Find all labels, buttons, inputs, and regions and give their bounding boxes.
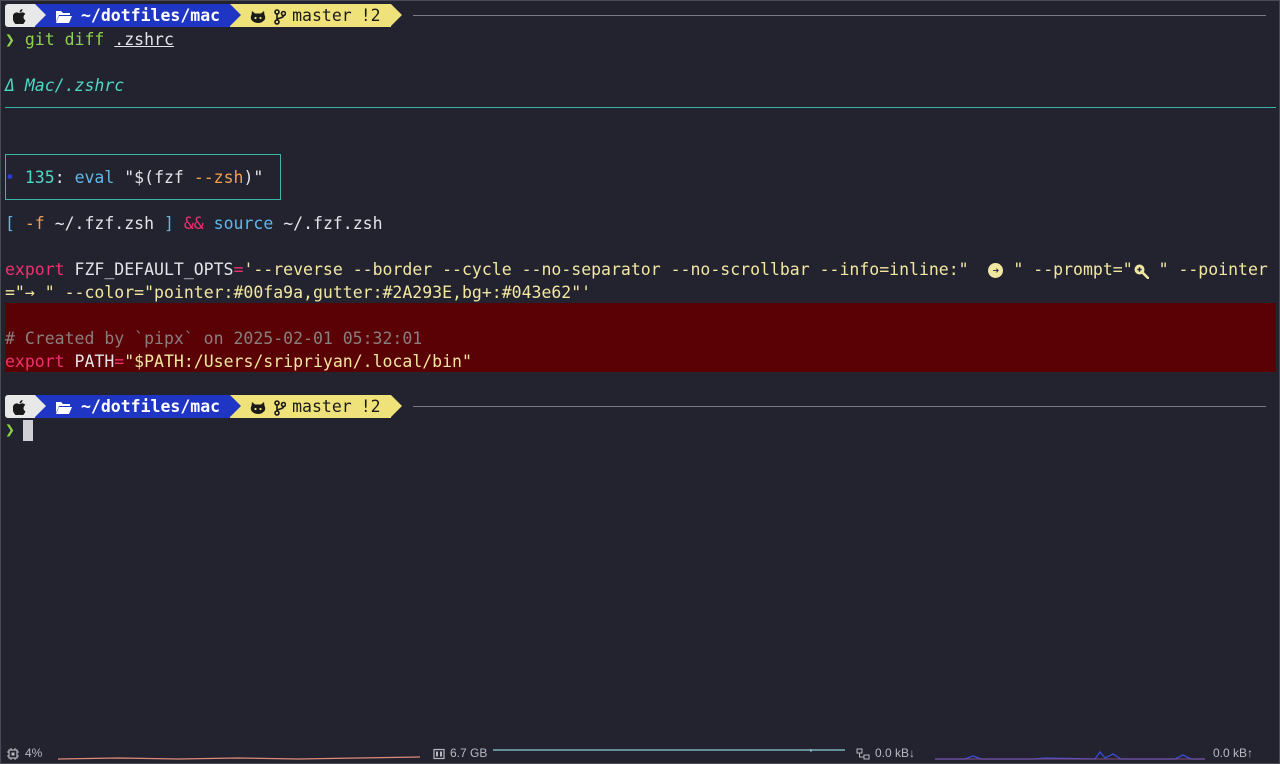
hunk-text-d: )": [243, 168, 264, 187]
apple-icon: [13, 4, 26, 27]
token-equals: =: [233, 260, 244, 279]
git-branch-icon: [274, 395, 287, 418]
token-variable: FZF_DEFAULT_OPTS: [74, 260, 234, 279]
terminal-frame: [0, 0, 1280, 764]
prompt-os-segment: [5, 4, 46, 27]
prompt-changes: !2: [360, 6, 381, 25]
memory-graph: [493, 749, 845, 752]
prompt-branch: master: [292, 397, 352, 416]
token-string: =": [5, 283, 25, 302]
git-branch-icon: [274, 4, 287, 27]
network-graph: [935, 750, 1205, 760]
hunk-func: eval: [74, 168, 115, 187]
octocat-icon: [250, 395, 266, 418]
token-string: "$PATH:/Users/sripriyan/.local/bin": [124, 352, 472, 371]
prompt-path-segment: ~/dotfiles/mac: [35, 395, 242, 418]
prompt-changes: !2: [360, 397, 381, 416]
command-name: git diff: [24, 30, 105, 49]
cpu-usage: 4%: [25, 746, 43, 760]
token-bracket-close: ]: [163, 214, 174, 233]
diff-context-line-wrap: ="→ " --color="pointer:#00fa9a,gutter:#2…: [5, 281, 591, 304]
cpu-icon: [7, 746, 19, 760]
apple-icon: [13, 395, 26, 418]
prompt-rule: [413, 406, 1266, 407]
prompt-path: ~/dotfiles/mac: [81, 6, 221, 25]
token-string: " --prompt=": [1013, 260, 1133, 279]
octocat-icon: [250, 4, 266, 27]
token-export: export: [5, 260, 65, 279]
token-string: " --color="pointer:#00fa9a,gutter:#2A293…: [34, 283, 592, 302]
folder-open-icon: [55, 4, 73, 27]
prompt-git-segment: master !2: [230, 395, 402, 418]
hunk-text-c: --zsh: [193, 168, 244, 187]
token-variable: PATH: [74, 352, 115, 371]
diff-file-header: Δ Mac/.zshrc: [5, 76, 125, 95]
prompt-git-segment: master !2: [230, 4, 402, 27]
diff-context-line: [ -f ~/.fzf.zsh ] && source ~/.fzf.zsh: [5, 212, 383, 235]
memory-usage: 6.7 GB: [450, 746, 488, 760]
token-string: '--reverse --border --cycle --no-separat…: [243, 260, 969, 279]
prompt-bar: ~/dotfiles/mac master !2: [5, 395, 402, 418]
prompt-branch: master: [292, 6, 352, 25]
prompt-path: ~/dotfiles/mac: [81, 397, 221, 416]
text-cursor: [22, 420, 33, 441]
network-upload: 0.0 kB↑: [1213, 746, 1254, 760]
arrow-circle-right-icon: ➔: [988, 263, 1004, 278]
hunk-text-a: "$(: [124, 168, 155, 187]
token-flag: -f: [24, 214, 45, 233]
hunk-marker: •: [5, 168, 15, 187]
hunk-separator: :: [54, 168, 65, 187]
command-line[interactable]: ❯ git diff .zshrc: [5, 28, 174, 51]
right-arrow-icon: →: [24, 283, 35, 302]
prompt-bar: ~/dotfiles/mac master !2: [5, 4, 402, 27]
status-bar: 4% 6.7 GB 0.0 kB↓ 0.0 kB↑: [0, 744, 1280, 762]
memory-icon: [433, 746, 445, 760]
hunk-header: • 135: eval "$(fzf --zsh)": [5, 166, 263, 189]
diff-header-divider: [5, 107, 1276, 108]
input-line[interactable]: ❯: [5, 418, 33, 441]
prompt-rule: [413, 15, 1266, 16]
token-equals: =: [114, 352, 125, 371]
prompt-os-segment: [5, 395, 46, 418]
token-string: " --pointer: [1148, 260, 1268, 279]
network-download: 0.0 kB↓: [875, 746, 916, 760]
prompt-path-segment: ~/dotfiles/mac: [35, 4, 242, 27]
diff-removed-line: export PATH="$PATH:/Users/sripriyan/.loc…: [5, 350, 472, 373]
token-export: export: [5, 352, 65, 371]
folder-open-icon: [55, 395, 73, 418]
prompt-chevron: ❯: [5, 30, 15, 49]
diff-context-line: export FZF_DEFAULT_OPTS='--reverse --bor…: [5, 258, 1268, 281]
cpu-graph: [58, 756, 420, 760]
token-source: source: [213, 214, 274, 233]
token-path: ~/.fzf.zsh: [54, 214, 155, 233]
network-icon: [856, 746, 870, 760]
token-path-2: ~/.fzf.zsh: [283, 214, 383, 233]
hunk-line-number: 135: [24, 168, 55, 187]
prompt-chevron: ❯: [5, 420, 15, 439]
command-argument: .zshrc: [114, 30, 174, 49]
token-and: &&: [183, 214, 204, 233]
diff-removed-comment: # Created by `pipx` on 2025-02-01 05:32:…: [5, 329, 423, 348]
magnifier-icon: [1133, 260, 1149, 279]
hunk-text-b: fzf: [154, 168, 184, 187]
token-bracket-open: [: [5, 214, 15, 233]
